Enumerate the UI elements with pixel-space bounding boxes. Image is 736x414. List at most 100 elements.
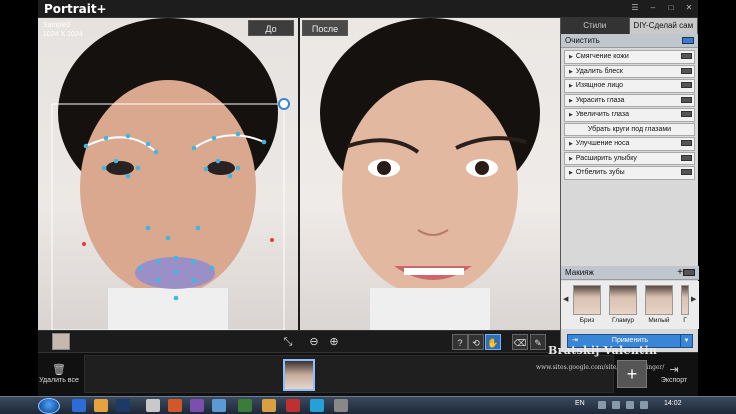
- reset-icon[interactable]: ⟲: [468, 334, 484, 350]
- app-icon-red[interactable]: [286, 399, 300, 412]
- item-widen-smile[interactable]: ▶ Расширить улыбку: [564, 151, 695, 165]
- photoshop-icon[interactable]: [116, 399, 130, 412]
- expand-arrow-icon: ▶: [569, 68, 573, 75]
- item-label: Убрать круги под глазами: [587, 125, 672, 133]
- face-illustration-before: [51, 18, 290, 330]
- tab-styles[interactable]: Стили: [561, 18, 630, 34]
- item-remove-shine[interactable]: ▶ Удалить блеск: [564, 64, 695, 78]
- after-photo[interactable]: [300, 18, 560, 330]
- item-label: Улучшение носа: [575, 140, 630, 147]
- item-label: Удалить блеск: [575, 67, 623, 75]
- language-indicator[interactable]: EN: [575, 400, 585, 407]
- item-toggle[interactable]: [681, 140, 692, 146]
- item-toggle[interactable]: [681, 111, 692, 117]
- app-icon-blue[interactable]: [212, 399, 226, 412]
- delete-all-label: Удалить все: [39, 377, 79, 384]
- app-icon-green[interactable]: [238, 399, 252, 412]
- item-toggle[interactable]: [681, 82, 692, 88]
- item-enhance-eyes[interactable]: ▶ Украсить глаза: [564, 93, 695, 107]
- makeup-toggle[interactable]: [683, 269, 695, 276]
- item-label: Украсить глаза: [575, 96, 625, 104]
- filmstrip: [84, 355, 614, 393]
- expand-arrow-icon: ▶: [569, 83, 573, 89]
- scroll-right-icon[interactable]: ▶: [691, 295, 696, 303]
- app-icon-orange[interactable]: [262, 399, 276, 412]
- clean-section-header[interactable]: Очистить: [561, 34, 698, 48]
- before-photo[interactable]: Sample2 1024 X 1024: [38, 18, 298, 330]
- expand-arrow-icon: ▶: [569, 112, 573, 118]
- preset-label: Бриз: [579, 317, 595, 324]
- portrait-app-icon[interactable]: [146, 399, 160, 412]
- watermark-name: Bratskij Valentin: [548, 344, 658, 357]
- tab-diy[interactable]: DIY-Сделай сам: [629, 18, 698, 34]
- menu-icon[interactable]: ☰: [630, 3, 640, 13]
- item-toggle[interactable]: [681, 169, 692, 175]
- item-label: Смягчение кожи: [575, 53, 629, 60]
- tray-icon[interactable]: [598, 401, 606, 409]
- image-name: Sample2: [43, 22, 71, 29]
- item-remove-dark-circles[interactable]: Убрать круги под глазами: [564, 122, 695, 136]
- export-label: Экспорт: [660, 377, 688, 384]
- volume-icon[interactable]: [626, 401, 634, 409]
- item-label: Увеличить глаза: [575, 111, 629, 118]
- help-icon[interactable]: ?: [452, 334, 468, 350]
- app-icon-purple[interactable]: [190, 399, 204, 412]
- diy-panel: Стили DIY-Сделай сам Очистить ▶ Смягчение…: [560, 18, 699, 352]
- app-icon-gray[interactable]: [334, 399, 348, 412]
- item-toggle[interactable]: [681, 53, 692, 59]
- item-toggle[interactable]: [681, 154, 692, 161]
- app-title: Portrait+: [44, 2, 107, 16]
- item-slim-face[interactable]: ▶ Изящное лицо: [564, 79, 695, 93]
- item-toggle[interactable]: [681, 67, 692, 74]
- tray-icon[interactable]: [612, 401, 620, 409]
- item-label: Изящное лицо: [575, 82, 624, 89]
- clean-section-title: Очистить: [565, 36, 600, 45]
- start-button[interactable]: [38, 398, 60, 414]
- minimize-icon[interactable]: –: [648, 3, 658, 13]
- export-button[interactable]: ⇥ Экспорт: [654, 353, 694, 397]
- brush-icon[interactable]: ✎: [530, 334, 546, 350]
- chevron-down-icon[interactable]: ▼: [680, 335, 692, 347]
- item-whiten-teeth[interactable]: ▶ Отбелить зубы: [564, 166, 695, 180]
- makeup-title: Макияж: [565, 268, 594, 277]
- before-button[interactable]: До: [248, 20, 294, 36]
- fit-screen-icon[interactable]: ⤡: [280, 334, 296, 350]
- after-button[interactable]: После: [302, 20, 348, 36]
- photo-toolbar: ⤡ ⊖ ⊕ ? ⟲ ✋ ⌫ ✎: [38, 330, 560, 352]
- eraser-icon[interactable]: ⌫: [512, 334, 528, 350]
- makeup-section-header[interactable]: Макияж +: [561, 266, 699, 280]
- browser-icon[interactable]: [72, 399, 86, 412]
- media-icon[interactable]: [168, 399, 182, 412]
- window-controls: ☰ – □ ✕: [630, 3, 694, 13]
- preset-thumb-glamour[interactable]: [609, 285, 637, 315]
- trash-icon: 🗑: [52, 364, 66, 376]
- face-thumbnail[interactable]: [52, 333, 70, 350]
- item-toggle[interactable]: [681, 96, 692, 103]
- preset-thumb-breeze[interactable]: [573, 285, 601, 315]
- delete-all-button[interactable]: 🗑 Удалить все: [38, 353, 80, 397]
- clock[interactable]: 14:02: [664, 400, 682, 407]
- scroll-left-icon[interactable]: ◀: [563, 295, 568, 303]
- preset-thumb-cute[interactable]: [645, 285, 673, 315]
- add-photo-icon[interactable]: +: [617, 360, 647, 388]
- item-skin-smoothing[interactable]: ▶ Смягчение кожи: [564, 50, 695, 64]
- clean-items-list: ▶ Смягчение кожи ▶ Удалить блеск ▶ Изящное …: [561, 48, 698, 180]
- item-enlarge-eyes[interactable]: ▶ Увеличить глаза: [564, 108, 695, 122]
- item-label: Отбелить зубы: [575, 169, 625, 176]
- item-nose-enhance[interactable]: ▶ Улучшение носа: [564, 137, 695, 151]
- expand-arrow-icon: ▶: [569, 141, 573, 147]
- filmstrip-thumbnail[interactable]: [283, 359, 315, 391]
- skype-icon[interactable]: [310, 399, 324, 412]
- close-icon[interactable]: ✕: [684, 3, 694, 13]
- clean-toggle[interactable]: [682, 37, 694, 44]
- preset-label: Г: [683, 317, 687, 324]
- apply-label: Применить: [611, 337, 649, 344]
- item-label: Расширить улыбку: [575, 154, 637, 162]
- network-icon[interactable]: [640, 401, 648, 409]
- zoom-out-icon[interactable]: ⊖: [306, 334, 322, 350]
- hand-tool-icon[interactable]: ✋: [485, 334, 501, 350]
- folder-icon[interactable]: [94, 399, 108, 412]
- zoom-in-icon[interactable]: ⊕: [326, 334, 342, 350]
- preset-thumb-partial[interactable]: [681, 285, 689, 315]
- maximize-icon[interactable]: □: [666, 3, 676, 13]
